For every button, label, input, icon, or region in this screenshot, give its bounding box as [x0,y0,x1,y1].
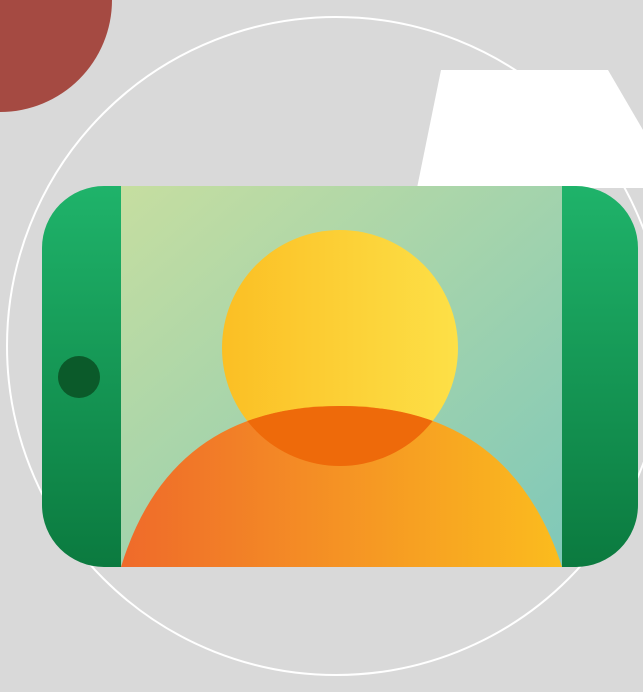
camera-dot [58,356,100,398]
canvas [0,0,643,692]
video-selfie-icon [42,186,638,567]
white-card-shape [417,70,643,188]
accent-blob [0,0,112,112]
illustration [0,0,643,676]
